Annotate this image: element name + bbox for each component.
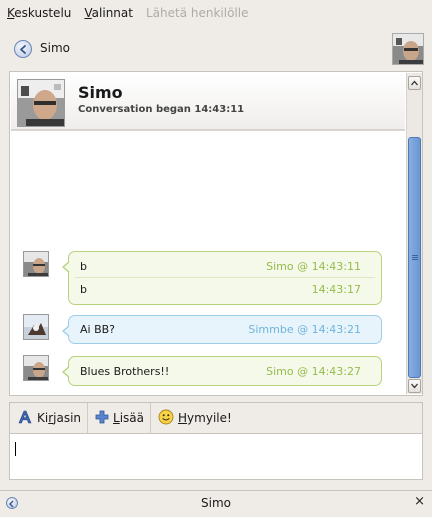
- message-avatar-simmbe: [23, 314, 49, 340]
- conversation-scrollbar[interactable]: [406, 73, 422, 394]
- message-bubble: Ai BB? Simmbe @ 14:43:21: [62, 315, 382, 344]
- insert-label-accel: L: [113, 411, 120, 425]
- menu-send-to[interactable]: Lähetä henkilölle: [146, 6, 249, 20]
- message-text: Blues Brothers!!: [80, 365, 170, 378]
- back-arrow-icon[interactable]: [14, 40, 32, 58]
- message-timestamp: Simmbe @ 14:43:21: [248, 323, 361, 336]
- plus-icon: [95, 410, 109, 427]
- smiley-button[interactable]: Hymyile!: [151, 403, 238, 433]
- smiley-icon: [158, 409, 174, 428]
- menu-valinnat-rest: alinnat: [91, 6, 133, 20]
- header-contact-name: Simo: [78, 83, 123, 102]
- message-line: Ai BB? Simmbe @ 14:43:21: [80, 323, 371, 339]
- message-divider: [75, 277, 375, 278]
- scroll-down-button[interactable]: [408, 379, 421, 393]
- menu-bar: Keskustelu Valinnat Lähetä henkilölle: [0, 0, 432, 26]
- conversation-view: Simo Conversation began 14:43:11 b Simo …: [9, 71, 423, 396]
- compose-area: Ki r jasin Lisää Hymyile!: [9, 402, 423, 480]
- font-label-post: jasin: [53, 411, 82, 425]
- message-timestamp: Simo @ 14:43:11: [266, 260, 361, 273]
- message-text: Ai BB?: [80, 323, 116, 336]
- insert-label-post: isää: [119, 411, 145, 425]
- close-icon[interactable]: ×: [414, 494, 425, 509]
- message-bubble: b Simo @ 14:43:11 b 14:43:17: [62, 251, 382, 305]
- message-timestamp: Simo @ 14:43:27: [266, 365, 361, 378]
- font-icon: [17, 409, 33, 428]
- message-line: Blues Brothers!! Simo @ 14:43:27: [80, 365, 371, 381]
- message-timestamp: 14:43:17: [311, 283, 361, 296]
- message-avatar-simo: [23, 355, 49, 381]
- message-avatar-simo: [23, 251, 49, 277]
- menu-keskustelu[interactable]: Keskustelu: [7, 6, 71, 20]
- conversation-start-time: Conversation began 14:43:11: [78, 104, 245, 115]
- message-bubble: Blues Brothers!! Simo @ 14:43:27: [62, 356, 382, 386]
- menu-keskustelu-rest: eskustelu: [14, 6, 72, 20]
- scrollbar-thumb[interactable]: [408, 137, 421, 378]
- font-button[interactable]: Ki r jasin: [10, 403, 89, 433]
- contact-header: Simo: [0, 30, 432, 68]
- contact-name: Simo: [40, 41, 70, 55]
- font-label-pre: Ki: [37, 411, 49, 425]
- message-text: b: [80, 260, 87, 273]
- insert-button[interactable]: Lisää: [88, 403, 152, 433]
- scroll-up-button[interactable]: [408, 76, 421, 90]
- tab-title[interactable]: Simo: [0, 496, 432, 510]
- menu-valinnat-accel: V: [84, 6, 92, 20]
- conversation-header: Simo Conversation began 14:43:11: [11, 73, 405, 131]
- smiley-label-post: ymyile!: [187, 411, 232, 425]
- message-line: b 14:43:17: [80, 283, 371, 299]
- compose-toolbar: Ki r jasin Lisää Hymyile!: [10, 403, 422, 433]
- menu-valinnat[interactable]: Valinnat: [84, 6, 133, 20]
- tab-bar: Simo ×: [0, 490, 432, 517]
- message-text: b: [80, 283, 87, 296]
- contact-avatar[interactable]: [392, 33, 424, 65]
- text-caret: [15, 442, 16, 456]
- message-line: b Simo @ 14:43:11: [80, 260, 371, 276]
- message-input[interactable]: [10, 433, 422, 479]
- smiley-label-accel: H: [178, 411, 188, 425]
- header-avatar: [17, 79, 65, 127]
